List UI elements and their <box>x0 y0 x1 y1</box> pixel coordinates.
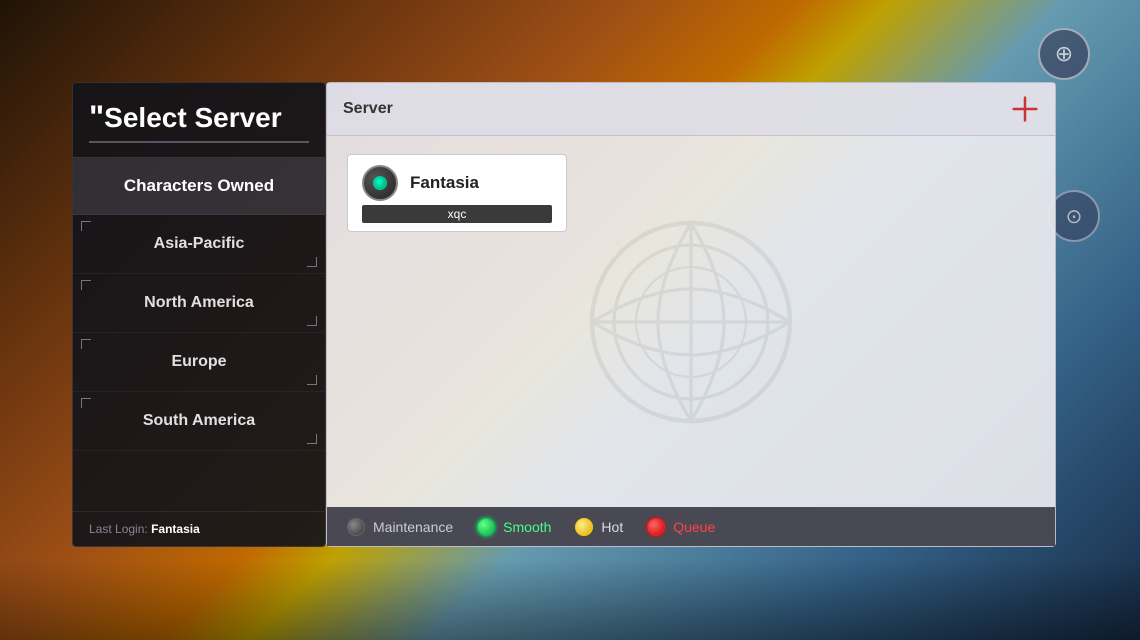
region-item-europe[interactable]: Europe <box>73 333 325 392</box>
status-item-smooth: Smooth <box>477 518 551 536</box>
hot-label: Hot <box>601 519 623 535</box>
smooth-label: Smooth <box>503 519 551 535</box>
corner-br-icon <box>307 375 317 385</box>
maintenance-label: Maintenance <box>373 519 453 535</box>
corner-br-icon <box>307 316 317 326</box>
last-login-label: Last Login: <box>89 522 148 536</box>
close-icon <box>1009 93 1040 124</box>
top-right-icon[interactable]: ⊕ <box>1038 28 1090 80</box>
characters-owned-label: Characters Owned <box>124 176 274 195</box>
server-name: Fantasia <box>410 173 479 193</box>
server-card-row: Fantasia <box>362 165 552 201</box>
characters-owned-button[interactable]: Characters Owned <box>73 158 325 215</box>
quote-mark: " <box>89 99 104 135</box>
last-login-server: Fantasia <box>151 522 200 536</box>
server-username: xqc <box>362 205 552 223</box>
dialog-content: Fantasia xqc <box>327 136 1055 507</box>
status-item-maintenance: Maintenance <box>347 518 453 536</box>
region-label: Asia-Pacific <box>154 235 245 253</box>
corner-br-icon <box>307 257 317 267</box>
smooth-dot <box>477 518 495 536</box>
server-icon-inner <box>373 176 387 190</box>
region-list: Asia-Pacific North America Europe South … <box>73 215 325 511</box>
region-item-asia-pacific[interactable]: Asia-Pacific <box>73 215 325 274</box>
server-card[interactable]: Fantasia xqc <box>347 154 567 232</box>
hot-dot <box>575 518 593 536</box>
title-underline <box>89 141 309 143</box>
region-label: Europe <box>171 353 226 371</box>
server-icon <box>362 165 398 201</box>
status-item-queue: Queue <box>647 518 715 536</box>
main-dialog: Server Fantasia xqc <box>326 82 1056 547</box>
select-server-title: "Select Server <box>89 101 309 135</box>
dialog-title: Server <box>343 100 393 118</box>
select-server-label: Select Server <box>104 102 281 133</box>
corner-tl-icon <box>81 398 91 408</box>
maintenance-dot <box>347 518 365 536</box>
watermark-icon <box>581 212 801 432</box>
select-server-header: "Select Server <box>73 83 325 158</box>
region-label: South America <box>143 412 255 430</box>
dialog-footer: Maintenance Smooth Hot Queue <box>327 507 1055 546</box>
region-item-north-america[interactable]: North America <box>73 274 325 333</box>
corner-tl-icon <box>81 339 91 349</box>
corner-br-icon <box>307 434 317 444</box>
status-item-hot: Hot <box>575 518 623 536</box>
close-button[interactable] <box>1005 89 1045 129</box>
queue-label: Queue <box>673 519 715 535</box>
queue-dot <box>647 518 665 536</box>
region-item-south-america[interactable]: South America <box>73 392 325 451</box>
corner-tl-icon <box>81 280 91 290</box>
last-login-section: Last Login: Fantasia <box>73 511 325 546</box>
corner-tl-icon <box>81 221 91 231</box>
left-panel: "Select Server Characters Owned Asia-Pac… <box>72 82 326 547</box>
region-label: North America <box>144 294 254 312</box>
dialog-header: Server <box>327 83 1055 136</box>
